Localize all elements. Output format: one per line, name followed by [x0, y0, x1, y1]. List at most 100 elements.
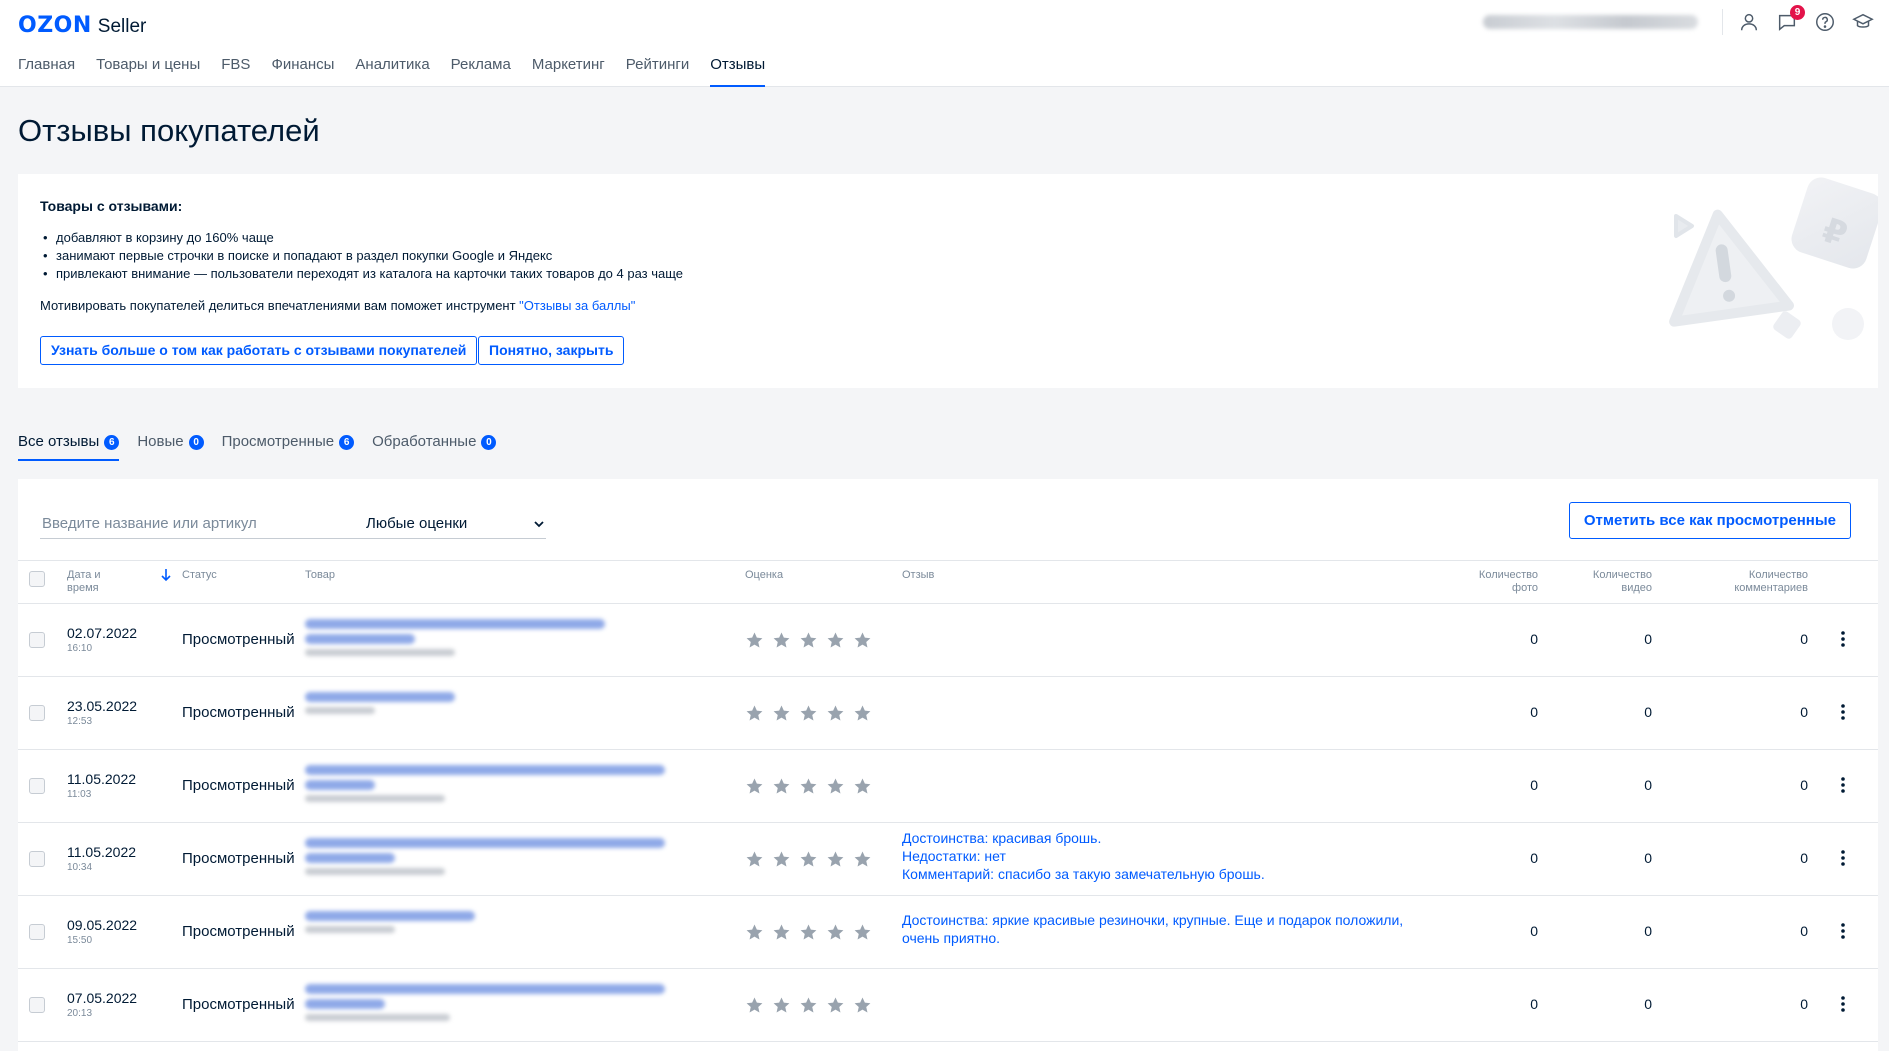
star-icon — [746, 851, 763, 867]
table-row[interactable]: 02.07.2022 16:10 Просмотренный 0 0 0 — [18, 604, 1878, 677]
logo-product: Seller — [97, 16, 147, 37]
table-row[interactable]: 09.05.2022 15:50 Просмотренный Достоинства:… — [18, 896, 1878, 969]
review-line: Достоинства: красивая брошь. — [902, 830, 1102, 846]
nav-item-finance[interactable]: Финансы — [271, 56, 334, 87]
star-icon — [746, 997, 763, 1013]
rating-stars — [745, 923, 880, 942]
table-row[interactable]: 11.05.2022 11:03 Просмотренный 0 0 0 — [18, 750, 1878, 823]
review-status: Просмотренный — [182, 850, 295, 867]
banner-title: Товары с отзывами: — [40, 198, 183, 214]
star-icon — [827, 705, 844, 721]
comment-count: 0 — [1800, 850, 1808, 866]
review-line: Комментарий: спасибо за такую замечатель… — [902, 866, 1265, 882]
reviews-card: Любые оценки Отметить все как просмотрен… — [18, 479, 1878, 1051]
rating-stars — [745, 996, 880, 1015]
tab-all-reviews[interactable]: Все отзывы 6 — [18, 433, 120, 461]
table-row[interactable]: 23.05.2022 12:53 Просмотренный 0 0 0 — [18, 677, 1878, 750]
row-checkbox[interactable] — [29, 778, 45, 794]
review-status: Просмотренный — [182, 631, 295, 648]
row-checkbox[interactable] — [29, 851, 45, 867]
review-time: 11:03 — [67, 789, 92, 800]
nav-item-ads[interactable]: Реклама — [451, 56, 511, 87]
page-title: Отзывы покупателей — [18, 113, 320, 148]
tab-new[interactable]: Новые 0 — [137, 433, 204, 461]
star-icon — [854, 632, 871, 648]
star-icon — [773, 632, 790, 648]
more-options-icon[interactable] — [1833, 992, 1853, 1016]
product-link[interactable] — [305, 984, 665, 1028]
reviews-table: Дата и время Статус Товар Оценка Отзыв К… — [18, 560, 1878, 1042]
column-date[interactable]: Дата и время — [67, 569, 101, 595]
blurred-product-text — [305, 634, 415, 644]
nav-item-analytics[interactable]: Аналитика — [355, 56, 429, 87]
more-options-icon[interactable] — [1833, 773, 1853, 797]
user-icon[interactable] — [1737, 10, 1761, 34]
product-link[interactable] — [305, 692, 665, 736]
star-icon — [800, 778, 817, 794]
tab-label: Просмотренные — [221, 433, 335, 450]
nav-item-products-prices[interactable]: Товары и цены — [96, 56, 200, 87]
product-link[interactable] — [305, 911, 665, 955]
more-options-icon[interactable] — [1833, 919, 1853, 943]
product-link[interactable] — [305, 619, 665, 663]
photo-count: 0 — [1530, 777, 1538, 793]
product-link[interactable] — [305, 765, 665, 809]
nav-item-reviews[interactable]: Отзывы — [710, 56, 765, 87]
motivation-text: Мотивировать покупателей делиться впечат… — [40, 298, 520, 313]
tab-viewed[interactable]: Просмотренные 6 — [222, 433, 355, 461]
reviews-for-points-link[interactable]: "Отзывы за баллы" — [519, 298, 635, 313]
column-product: Товар — [305, 569, 335, 581]
ozon-seller-logo[interactable]: OZON Seller — [18, 13, 146, 38]
comment-count: 0 — [1800, 704, 1808, 720]
row-checkbox[interactable] — [29, 924, 45, 940]
info-banner: Товары с отзывами: добавляют в корзину д… — [18, 174, 1878, 388]
review-status: Просмотренный — [182, 704, 295, 721]
nav-item-home[interactable]: Главная — [18, 56, 75, 87]
review-status: Просмотренный — [182, 777, 295, 794]
blurred-product-text — [305, 795, 445, 802]
blurred-product-text — [305, 999, 385, 1009]
company-name-blurred[interactable] — [1483, 15, 1698, 29]
learn-more-button[interactable]: Узнать больше о том как работать с отзыв… — [40, 336, 478, 365]
blurred-product-text — [305, 911, 475, 921]
row-checkbox[interactable] — [29, 705, 45, 721]
blurred-product-text — [305, 765, 665, 775]
rating-stars — [745, 631, 880, 650]
rating-filter-select[interactable]: Любые оценки — [366, 509, 546, 539]
tab-count-badge: 6 — [104, 435, 120, 450]
more-options-icon[interactable] — [1833, 846, 1853, 870]
close-banner-button[interactable]: Понятно, закрыть — [478, 336, 625, 365]
nav-item-marketing[interactable]: Маркетинг — [532, 56, 605, 87]
help-icon[interactable] — [1813, 10, 1837, 34]
column-photo-count: Количество фото — [1478, 569, 1538, 594]
chevron-down-icon — [534, 520, 544, 527]
product-link[interactable] — [305, 838, 665, 882]
sort-arrow-icon[interactable] — [159, 567, 173, 587]
more-options-icon[interactable] — [1833, 700, 1853, 724]
education-icon[interactable] — [1851, 10, 1875, 34]
review-text[interactable]: Достоинства: яркие красивые резиночки, к… — [902, 911, 1403, 947]
column-status: Статус — [182, 569, 217, 581]
review-line: Достоинства: яркие красивые резиночки, к… — [902, 912, 1404, 928]
star-icon — [746, 632, 763, 648]
mark-all-viewed-button[interactable]: Отметить все как просмотренные — [1568, 502, 1851, 539]
star-icon — [800, 632, 817, 648]
review-text[interactable]: Достоинства: красивая брошь. Недостатки: … — [902, 829, 1265, 883]
blurred-product-text — [305, 692, 455, 702]
column-comment-count: Количество комментариев — [1734, 569, 1808, 594]
table-row[interactable]: 11.05.2022 10:34 Просмотренный Достоинства:… — [18, 823, 1878, 896]
review-time: 16:10 — [67, 643, 93, 654]
row-checkbox[interactable] — [29, 997, 45, 1013]
nav-item-fbs[interactable]: FBS — [221, 56, 250, 87]
tab-processed[interactable]: Обработанные 0 — [372, 433, 497, 461]
more-options-icon[interactable] — [1833, 627, 1853, 651]
chat-notifications-icon[interactable]: 9 — [1775, 5, 1805, 34]
star-icon — [800, 924, 817, 940]
main-nav: Главная Товары и цены FBS Финансы Аналит… — [18, 56, 786, 87]
table-row[interactable]: 07.05.2022 20:13 Просмотренный 0 0 0 — [18, 969, 1878, 1042]
nav-item-ratings[interactable]: Рейтинги — [626, 56, 689, 87]
select-all-checkbox[interactable] — [29, 571, 45, 587]
search-input[interactable] — [40, 509, 368, 539]
video-count: 0 — [1644, 996, 1652, 1012]
row-checkbox[interactable] — [29, 632, 45, 648]
